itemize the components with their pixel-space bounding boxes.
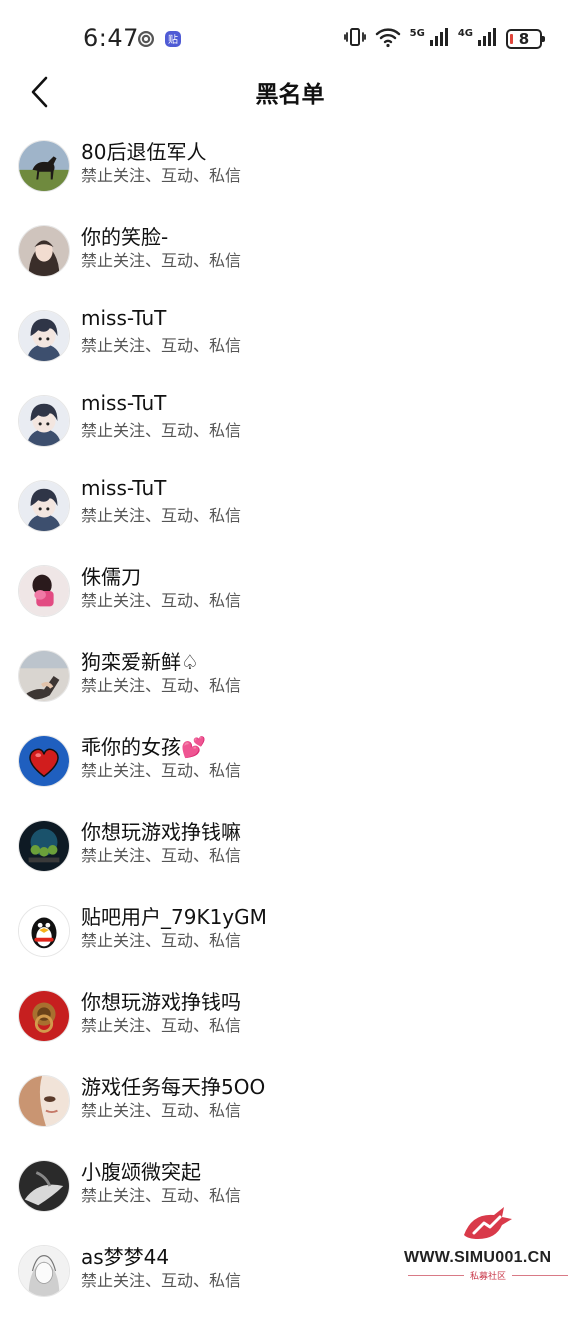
battery-indicator: 8 xyxy=(506,29,545,49)
avatar[interactable] xyxy=(18,820,70,872)
user-name: miss-TuT xyxy=(81,476,167,500)
watermark-url: WWW.SIMU001.CN xyxy=(404,1249,552,1266)
list-item[interactable]: 你的笑脸- 禁止关注、互动、私信 xyxy=(0,215,580,300)
block-status: 禁止关注、互动、私信 xyxy=(81,421,242,440)
block-status: 禁止关注、互动、私信 xyxy=(81,931,242,950)
avatar[interactable] xyxy=(18,565,70,617)
avatar[interactable] xyxy=(18,1245,70,1297)
avatar[interactable] xyxy=(18,735,70,787)
user-name: 贴吧用户_79K1yGM xyxy=(81,905,267,929)
avatar[interactable] xyxy=(18,1160,70,1212)
user-name: 侏儒刀 xyxy=(81,565,141,589)
list-item[interactable]: 你想玩游戏挣钱嘛 禁止关注、互动、私信 xyxy=(0,810,580,895)
network-5g-label: 5G xyxy=(409,27,425,39)
list-item[interactable]: 游戏任务每天挣5OO 禁止关注、互动、私信 xyxy=(0,1065,580,1150)
list-item[interactable]: 贴吧用户_79K1yGM 禁止关注、互动、私信 xyxy=(0,895,580,980)
app-notification-icon: 贴 xyxy=(164,30,182,48)
signal-5g-icon xyxy=(429,26,449,52)
block-status: 禁止关注、互动、私信 xyxy=(81,251,242,270)
list-item[interactable]: 侏儒刀 禁止关注、互动、私信 xyxy=(0,555,580,640)
list-item[interactable]: 乖你的女孩💕 禁止关注、互动、私信 xyxy=(0,725,580,810)
watermark: WWW.SIMU001.CN 私募社区 xyxy=(398,1205,578,1285)
status-indicators: 5G 4G 8 xyxy=(343,26,545,52)
settings-gear-icon xyxy=(137,30,155,48)
avatar[interactable] xyxy=(18,650,70,702)
avatar[interactable] xyxy=(18,480,70,532)
avatar[interactable] xyxy=(18,310,70,362)
block-status: 禁止关注、互动、私信 xyxy=(81,506,242,525)
watermark-subtitle: 私募社区 xyxy=(408,1269,569,1282)
blacklist: 80后退伍军人 禁止关注、互动、私信 你的笑脸- 禁止关注、互动、私信 miss… xyxy=(0,130,580,1320)
block-status: 禁止关注、互动、私信 xyxy=(81,591,242,610)
block-status: 禁止关注、互动、私信 xyxy=(81,1101,242,1120)
block-status: 禁止关注、互动、私信 xyxy=(81,166,242,185)
vibrate-icon xyxy=(343,26,366,52)
avatar[interactable] xyxy=(18,990,70,1042)
list-item[interactable]: 80后退伍军人 禁止关注、互动、私信 xyxy=(0,130,580,215)
list-item[interactable]: miss-TuT 禁止关注、互动、私信 xyxy=(0,385,580,470)
svg-text:贴: 贴 xyxy=(168,33,178,46)
signal-4g-icon xyxy=(477,26,497,52)
wifi-icon xyxy=(375,26,401,52)
list-item[interactable]: miss-TuT 禁止关注、互动、私信 xyxy=(0,300,580,385)
simu-logo-icon xyxy=(464,1207,512,1239)
avatar[interactable] xyxy=(18,140,70,192)
user-name: miss-TuT xyxy=(81,306,167,330)
user-name: miss-TuT xyxy=(81,391,167,415)
block-status: 禁止关注、互动、私信 xyxy=(81,1186,242,1205)
nav-header: 黑名单 xyxy=(0,66,580,118)
list-item[interactable]: 狗栾爱新鲜♤ 禁止关注、互动、私信 xyxy=(0,640,580,725)
avatar[interactable] xyxy=(18,225,70,277)
status-time: 6:47 xyxy=(83,24,139,52)
watermark-sub-label: 私募社区 xyxy=(470,1272,507,1282)
block-status: 禁止关注、互动、私信 xyxy=(81,1016,242,1035)
block-status: 禁止关注、互动、私信 xyxy=(81,761,242,780)
list-item[interactable]: miss-TuT 禁止关注、互动、私信 xyxy=(0,470,580,555)
user-name: 小腹颂微突起 xyxy=(81,1160,201,1184)
user-name: 80后退伍军人 xyxy=(81,140,207,164)
block-status: 禁止关注、互动、私信 xyxy=(81,846,242,865)
user-name: 你的笑脸- xyxy=(81,225,169,249)
block-status: 禁止关注、互动、私信 xyxy=(81,1271,242,1290)
block-status: 禁止关注、互动、私信 xyxy=(81,336,242,355)
network-4g-label: 4G xyxy=(457,27,473,39)
avatar[interactable] xyxy=(18,395,70,447)
user-name: 狗栾爱新鲜♤ xyxy=(81,650,199,674)
user-name: 你想玩游戏挣钱吗 xyxy=(81,990,241,1014)
avatar[interactable] xyxy=(18,905,70,957)
block-status: 禁止关注、互动、私信 xyxy=(81,676,242,695)
status-bar: 6:47 贴 5G 4G 8 xyxy=(0,0,580,72)
avatar[interactable] xyxy=(18,1075,70,1127)
user-name: 乖你的女孩💕 xyxy=(81,735,206,759)
user-name: 游戏任务每天挣5OO xyxy=(81,1075,266,1099)
list-item[interactable]: 你想玩游戏挣钱吗 禁止关注、互动、私信 xyxy=(0,980,580,1065)
page-title: 黑名单 xyxy=(255,82,325,108)
user-name: 你想玩游戏挣钱嘛 xyxy=(81,820,241,844)
user-name: as梦梦44 xyxy=(81,1245,170,1269)
